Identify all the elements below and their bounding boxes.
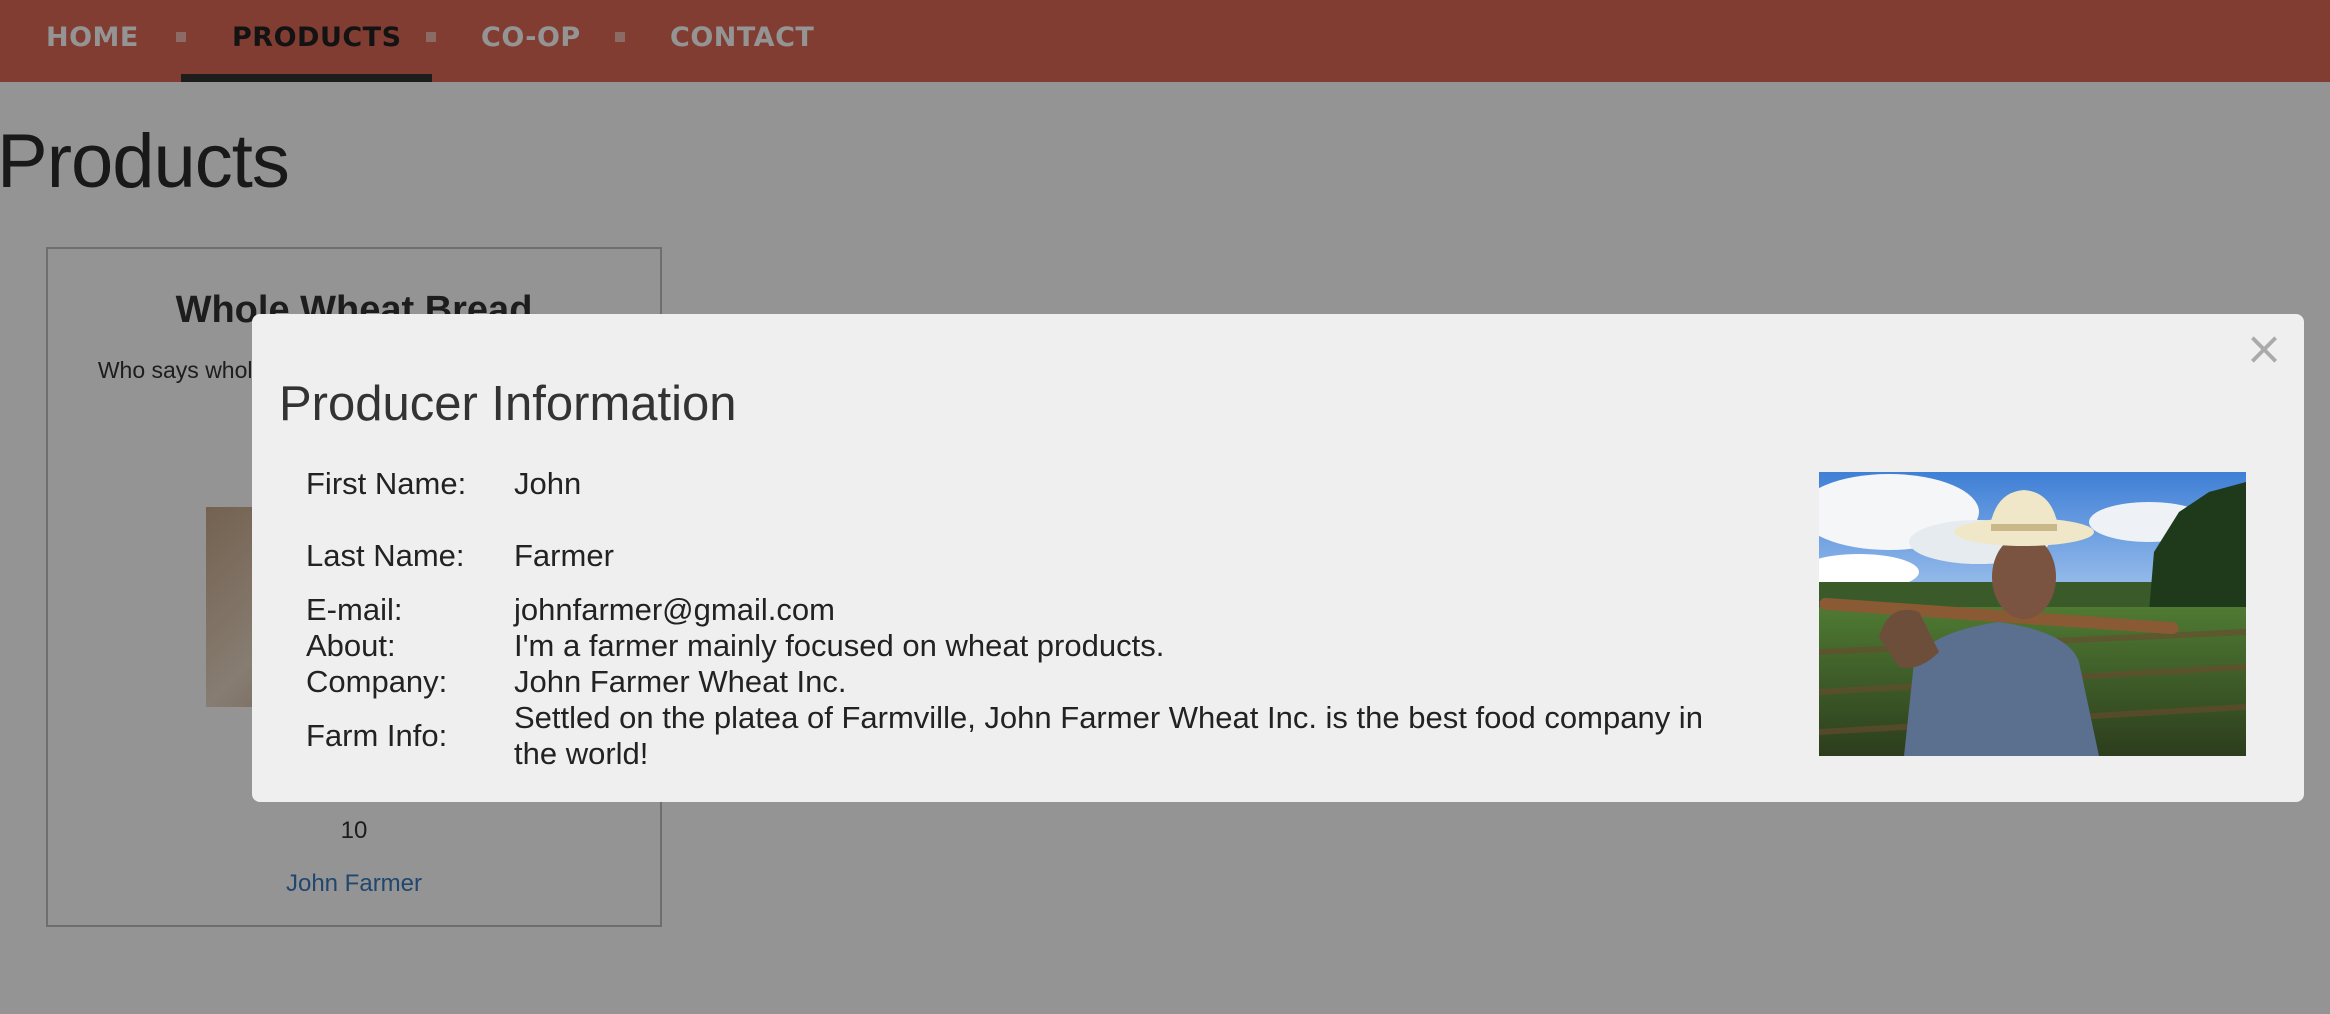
info-row-last-name: Last Name: Farmer [306,520,1754,592]
info-label: Company: [306,664,448,699]
info-row-about: About: I'm a farmer mainly focused on wh… [306,628,1754,664]
info-value: johnfarmer@gmail.com [514,592,835,627]
info-row-farm-info: Farm Info: Settled on the platea of Farm… [306,700,1754,772]
info-value: John Farmer Wheat Inc. [514,664,847,699]
info-label: About: [306,628,396,663]
producer-info-table: First Name: John Last Name: Farmer E-mai… [306,448,1754,772]
info-row-company: Company: John Farmer Wheat Inc. [306,664,1754,700]
info-value: John [514,466,582,501]
info-label: Farm Info: [306,718,448,753]
page: HOME PRODUCTS CO-OP CONTACT Products Who… [0,0,2330,1014]
info-row-first-name: First Name: John [306,448,1754,520]
info-label: Last Name: [306,538,465,573]
info-label: First Name: [306,466,467,501]
info-label: E-mail: [306,592,403,627]
modal-title: Producer Information [279,377,737,431]
close-icon[interactable]: × [2244,325,2284,371]
info-value: Farmer [514,538,614,573]
info-row-email: E-mail: johnfarmer@gmail.com [306,592,1754,628]
info-value: I'm a farmer mainly focused on wheat pro… [514,628,1165,663]
producer-photo [1819,472,2246,756]
info-value: Settled on the platea of Farmville, John… [514,700,1703,771]
producer-info-modal: × Producer Information First Name: John … [252,314,2304,802]
